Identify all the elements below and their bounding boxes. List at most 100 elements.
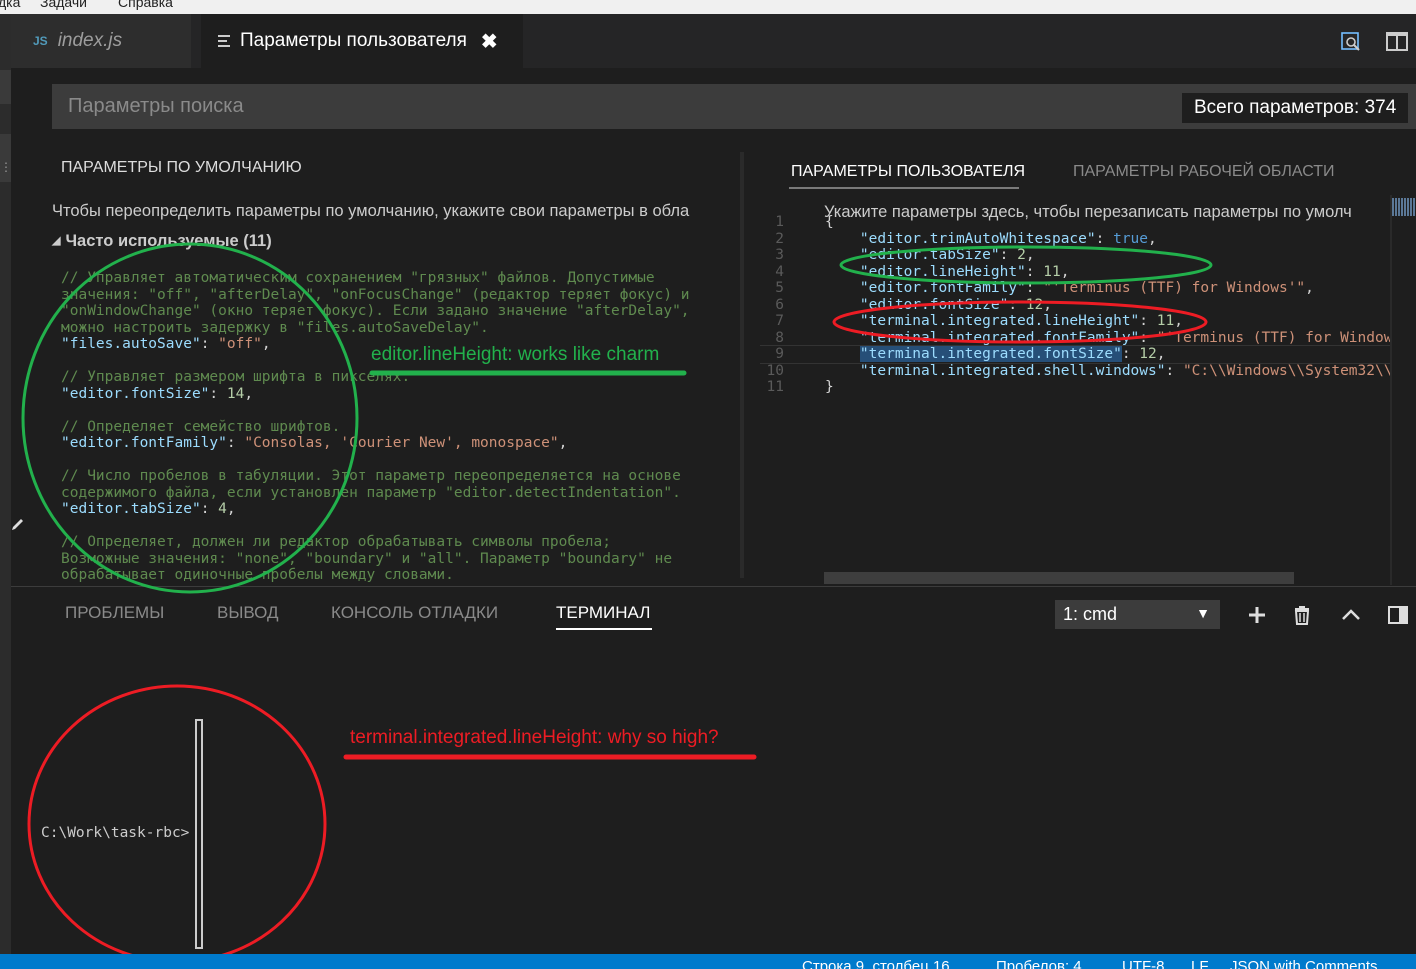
open-preview-icon[interactable]	[1339, 30, 1363, 54]
user-settings-editor[interactable]: 1{2 "editor.trimAutoWhitespace": true, 3 …	[760, 214, 1390, 394]
code-punctuation: ,	[1305, 280, 1314, 296]
panel-tab-problems[interactable]: ПРОБЛЕМЫ	[65, 603, 164, 623]
minimap[interactable]	[1392, 198, 1416, 216]
setting-key: "editor.tabSize"	[61, 501, 201, 517]
code-comment: // Управляет автоматическим сохранением …	[61, 270, 655, 286]
add-terminal-icon[interactable]	[1246, 604, 1268, 626]
setting-value: 11	[1043, 263, 1061, 280]
default-code-line: Возможные значения: "none", "boundary" и…	[61, 551, 741, 568]
tab-user-settings[interactable]: Параметры пользователя ✖	[201, 14, 523, 68]
more-icon[interactable]: ⋮	[0, 160, 12, 174]
user-code-line[interactable]: 2 "editor.trimAutoWhitespace": true,	[760, 231, 1390, 248]
line-number: 10	[766, 362, 784, 379]
panel-border	[11, 586, 1416, 587]
horizontal-scrollbar[interactable]	[824, 572, 1294, 584]
code-punctuation: ,	[1025, 247, 1035, 263]
activity-bar-segment	[0, 70, 11, 104]
setting-value: true	[1113, 230, 1149, 247]
vertical-scrollbar[interactable]	[1390, 195, 1392, 585]
code-separator: :	[209, 385, 227, 402]
trash-icon[interactable]	[1291, 604, 1313, 626]
user-code-line[interactable]: 7 "terminal.integrated.lineHeight": 11,	[760, 313, 1390, 330]
group-header-common[interactable]: ◢ Часто используемые (11)	[52, 232, 272, 251]
setting-key: "files.autoSave"	[61, 336, 201, 352]
code-comment: значения: "off", "afterDelay", "onFocusC…	[61, 286, 690, 303]
line-number: 8	[775, 329, 784, 346]
split-editor-icon[interactable]	[1385, 30, 1409, 54]
default-code-line	[61, 402, 741, 419]
status-cursor-position[interactable]: Строка 9, столбец 16	[802, 958, 950, 969]
user-code-line[interactable]: 11}	[760, 379, 1390, 394]
panel-tab-output[interactable]: ВЫВОД	[217, 603, 279, 623]
default-code-line: // Управляет размером шрифта в пикселях.	[61, 369, 741, 386]
status-indentation[interactable]: Пробелов: 4	[996, 958, 1082, 969]
code-punctuation: ,	[1060, 263, 1070, 280]
annotation-green-text: editor.lineHeight: works like charm	[371, 344, 660, 365]
code-separator: :	[1095, 230, 1114, 247]
terminal-select[interactable]: 1: cmd ▼	[1055, 600, 1220, 629]
code-punctuation: ,	[1148, 230, 1157, 247]
status-eol[interactable]: LF	[1191, 958, 1209, 969]
line-number: 4	[775, 263, 784, 280]
setting-value: "Consolas, 'Courier New', monospace"	[244, 435, 559, 451]
user-code-line[interactable]: 6 "editor.fontSize": 12,	[760, 297, 1390, 314]
user-code-line[interactable]: 3 "editor.tabSize": 2,	[760, 247, 1390, 264]
toggle-panel-icon[interactable]	[1387, 604, 1409, 626]
default-code-line: "editor.tabSize": 4,	[61, 501, 741, 518]
user-code-line[interactable]: 8 "terminal.integrated.fontFamily": "'Te…	[760, 330, 1390, 347]
default-code-line: "editor.fontFamily": "Consolas, 'Courier…	[61, 435, 741, 452]
code-punctuation: ,	[1043, 296, 1052, 313]
code-comment: // Определяет семейство шрифтов.	[61, 418, 341, 435]
setting-value: 2	[1017, 247, 1026, 263]
activity-bar-segment	[0, 134, 11, 182]
setting-key: "editor.lineHeight"	[859, 263, 1026, 280]
user-code-line[interactable]: 5 "editor.fontFamily": "'Terminus (TTF) …	[760, 280, 1390, 297]
setting-value: "'Terminus (TTF) for Windows'"	[1156, 329, 1390, 346]
user-code-line[interactable]: 9 "terminal.integrated.fontSize": 12,	[760, 345, 1390, 364]
code-comment: // Число пробелов в табуляции. Этот пара…	[61, 468, 681, 484]
code-comment: // Определяет, должен ли редактор обраба…	[61, 534, 611, 550]
line-number: 3	[775, 247, 784, 263]
pane-divider[interactable]	[740, 152, 744, 578]
pencil-icon[interactable]	[10, 514, 28, 532]
user-code-line[interactable]: 10 "terminal.integrated.shell.windows": …	[760, 363, 1390, 380]
default-settings-title: ПАРАМЕТРЫ ПО УМОЛЧАНИЮ	[61, 159, 302, 176]
code-content: "editor.fontFamily": "'Terminus (TTF) fo…	[825, 280, 1314, 297]
tab-index-js[interactable]: JS index.js	[11, 14, 191, 68]
setting-value: 12	[1025, 296, 1044, 313]
terminal-prompt[interactable]: C:\Work\task-rbc>	[41, 825, 189, 841]
status-language[interactable]: JSON with Comments	[1230, 958, 1378, 969]
user-code-line[interactable]: 4 "editor.lineHeight": 11,	[760, 264, 1390, 281]
tab-workspace-settings-scope[interactable]: ПАРАМЕТРЫ РАБОЧЕЙ ОБЛАСТИ	[1073, 163, 1335, 181]
code-punctuation: ,	[1156, 346, 1166, 362]
default-code-line: содержимого файла, если установлен парам…	[61, 485, 741, 502]
status-encoding[interactable]: UTF-8	[1122, 958, 1165, 969]
status-bar: Строка 9, столбец 16 Пробелов: 4 UTF-8 L…	[0, 954, 1416, 969]
menu-item-tasks[interactable]: Задачи	[40, 0, 87, 10]
close-icon[interactable]: ✖	[481, 29, 498, 54]
menu-item-help[interactable]: Справка	[118, 0, 173, 10]
panel-tab-debug-console[interactable]: КОНСОЛЬ ОТЛАДКИ	[331, 603, 498, 623]
code-separator: :	[1121, 346, 1140, 362]
setting-key: "editor.tabSize"	[859, 247, 1000, 263]
default-code-line: // Управляет автоматическим сохранением …	[61, 270, 741, 287]
code-comment: содержимого файла, если установлен парам…	[61, 484, 681, 501]
line-number: 5	[775, 280, 784, 296]
group-label: Часто используемые (11)	[65, 232, 272, 250]
tab-user-settings-scope[interactable]: ПАРАМЕТРЫ ПОЛЬЗОВАТЕЛЯ	[791, 163, 1025, 181]
tab-label: index.js	[57, 30, 123, 51]
code-punctuation: ,	[558, 435, 568, 451]
code-punctuation: ,	[261, 336, 271, 352]
code-separator: :	[200, 501, 219, 517]
code-separator: :	[1165, 362, 1183, 379]
search-input[interactable]	[52, 84, 1162, 129]
panel-tab-terminal[interactable]: ТЕРМИНАЛ	[556, 603, 650, 623]
chevron-up-icon[interactable]	[1340, 604, 1362, 626]
dropdown-arrow-icon: ▼	[1196, 605, 1210, 621]
default-code-line: "onWindowChange" (окно теряет фокус). Ес…	[61, 303, 741, 320]
menu-item-prev[interactable]: дка	[0, 0, 20, 10]
